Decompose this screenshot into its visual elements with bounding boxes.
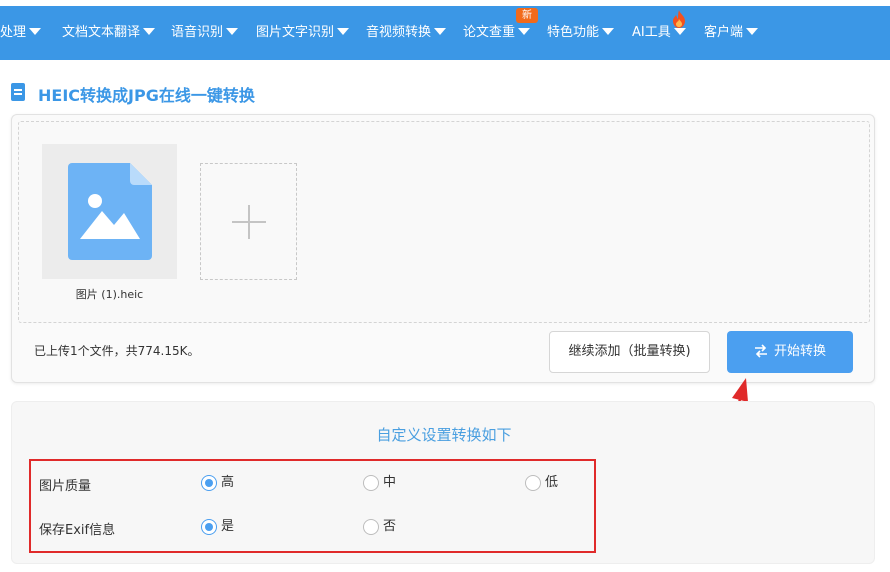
- page-title: HEIC转换成JPG在线一键转换: [38, 86, 255, 105]
- file-name: 图片 (1).heic: [75, 288, 144, 301]
- start-convert-button[interactable]: 开始转换: [727, 331, 853, 373]
- nav-item-label: 图片文字识别: [256, 25, 335, 40]
- nav-item-label: 音视频转换: [366, 25, 432, 40]
- nav-item-label: 文档文本翻译: [62, 25, 141, 40]
- settings-panel: 自定义设置转换如下 图片质量 高 中 低 保存Exif信息 是 否: [11, 401, 875, 564]
- nav-item-label: 客户端: [704, 25, 744, 40]
- swap-arrows-icon: [754, 344, 767, 358]
- quality-label: 图片质量: [39, 479, 92, 494]
- add-file-button[interactable]: [200, 163, 297, 280]
- upload-card: 图片 (1).heic 已上传1个文件，共774.15K。 继续添加（批量转换)…: [11, 114, 875, 383]
- chevron-down-icon: [602, 28, 615, 35]
- nav-item-processing[interactable]: 处理: [0, 6, 42, 60]
- chevron-down-icon: [143, 28, 156, 35]
- quality-radio-high[interactable]: 高: [201, 475, 234, 491]
- chevron-down-icon: [746, 28, 759, 35]
- start-button-label: 开始转换: [773, 344, 826, 359]
- file-drop-zone[interactable]: 图片 (1).heic: [18, 121, 870, 323]
- exif-radio-yes[interactable]: 是: [201, 519, 234, 535]
- document-icon: [11, 83, 25, 101]
- continue-add-button[interactable]: 继续添加（批量转换): [549, 331, 710, 373]
- quality-radio-low[interactable]: 低: [525, 475, 558, 491]
- nav-item-label: 处理: [0, 25, 27, 40]
- chevron-down-icon: [673, 28, 686, 35]
- nav-item-image-ocr[interactable]: 图片文字识别: [256, 6, 350, 60]
- chevron-down-icon: [226, 28, 239, 35]
- highlight-box: [29, 459, 596, 553]
- chevron-down-icon: [518, 28, 531, 35]
- chevron-down-icon: [337, 28, 350, 35]
- nav-item-client[interactable]: 客户端: [704, 6, 759, 60]
- nav-item-label: AI工具: [632, 25, 671, 40]
- file-thumbnail[interactable]: [42, 144, 177, 279]
- nav-item-special-features[interactable]: 特色功能: [547, 6, 615, 60]
- settings-title: 自定义设置转换如下: [376, 426, 512, 444]
- top-nav-bar: 处理 文档文本翻译 语音识别 图片文字识别 音视频转换 论文查重 特色功能 AI…: [0, 6, 890, 60]
- nav-item-av-conversion[interactable]: 音视频转换: [366, 6, 447, 60]
- new-badge: 新: [516, 8, 538, 23]
- nav-item-label: 特色功能: [547, 25, 600, 40]
- nav-item-document-translation[interactable]: 文档文本翻译: [62, 6, 156, 60]
- quality-radio-medium[interactable]: 中: [363, 475, 396, 491]
- chevron-down-icon: [434, 28, 447, 35]
- image-file-icon: [68, 163, 152, 260]
- exif-label: 保存Exif信息: [39, 523, 116, 538]
- upload-status: 已上传1个文件，共774.15K。: [34, 344, 200, 358]
- nav-item-speech-recognition[interactable]: 语音识别: [171, 6, 239, 60]
- nav-item-label: 语音识别: [171, 25, 224, 40]
- chevron-down-icon: [29, 28, 42, 35]
- flame-icon: [673, 10, 685, 28]
- exif-radio-no[interactable]: 否: [363, 519, 396, 535]
- nav-item-label: 论文查重: [463, 25, 516, 40]
